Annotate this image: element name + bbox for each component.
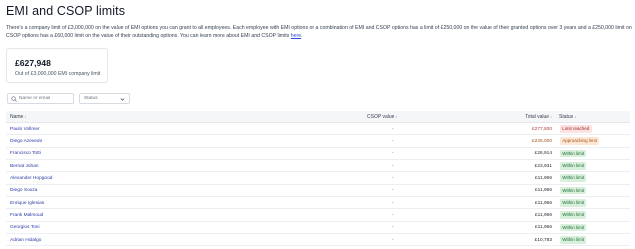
table-row: Bernat Johan - £23,931 Within limit xyxy=(6,160,630,173)
column-header-csop-label: CSOP value xyxy=(367,114,395,121)
status-badge: Within limit xyxy=(560,186,587,195)
status-badge: Approaching limit xyxy=(560,137,600,145)
total-value: £11,966 xyxy=(535,213,552,218)
status-badge: Within limit xyxy=(560,199,587,207)
status-filter-select[interactable]: Status xyxy=(79,93,130,104)
search-box[interactable] xyxy=(7,93,74,104)
total-value: £10,783 xyxy=(534,237,552,243)
chevron-down-icon xyxy=(120,97,125,101)
column-header-name-label: Name xyxy=(10,114,24,121)
total-value: £277,500 xyxy=(531,126,552,132)
csop-value: - xyxy=(392,200,394,206)
search-icon xyxy=(11,96,17,102)
table-row: Georgios Toni - £11,966 Within limit xyxy=(6,222,630,235)
csop-value: - xyxy=(392,225,394,231)
column-header-csop-value[interactable]: CSOP value↕ xyxy=(367,114,397,120)
employee-limits-table: Name↕ CSOP value↕ Total value↓ Status↕ P… xyxy=(6,111,630,247)
total-value: £26,914 xyxy=(534,151,552,157)
table-row: Paulo Vollmer - £277,500 Limit reached xyxy=(6,123,630,136)
company-limit-value: £627,948 xyxy=(15,58,51,68)
sort-icon: ↕ xyxy=(395,115,398,120)
total-value: £11,966 xyxy=(535,175,552,181)
status-badge: Within limit xyxy=(560,162,587,170)
sort-icon: ↕ xyxy=(24,115,27,120)
employee-name-link[interactable]: Francisco Totti xyxy=(10,151,41,156)
status-filter-label: Status xyxy=(84,96,98,102)
employee-name-link[interactable]: Enrique Iglesias xyxy=(10,201,44,206)
employee-name-link[interactable]: Frank Malmoud xyxy=(10,213,43,218)
csop-value: - xyxy=(392,188,394,194)
status-badge: Within limit xyxy=(560,223,587,232)
csop-value: - xyxy=(392,138,394,144)
sort-icon: ↕ xyxy=(574,115,577,120)
table-row: Alexander Hopgood - £11,966 Within limit xyxy=(6,172,630,185)
column-header-status[interactable]: Status↕ xyxy=(559,114,576,120)
column-header-total-label: Total value xyxy=(525,114,550,121)
table-row: Adrian Hidalgo - £10,783 Within limit xyxy=(6,234,630,247)
intro-end: . xyxy=(301,32,303,39)
total-value: £11,966 xyxy=(535,200,552,206)
search-input[interactable] xyxy=(19,94,73,103)
status-badge: Within limit xyxy=(560,236,587,244)
total-value: £23,931 xyxy=(534,163,552,169)
employee-name-link[interactable]: Bernat Johan xyxy=(10,164,39,169)
learn-more-link[interactable]: here xyxy=(291,33,301,39)
csop-value: - xyxy=(392,237,394,243)
table-header: Name↕ CSOP value↕ Total value↓ Status↕ xyxy=(6,111,630,123)
employee-name-link[interactable]: Diego Souza xyxy=(10,188,37,193)
employee-name-link[interactable]: Georgios Toni xyxy=(10,225,40,230)
total-value: £11,966 xyxy=(535,188,552,194)
total-value: £11,966 xyxy=(535,225,552,231)
company-limit-caption: Out of £3,000,000 EMI company limit xyxy=(15,71,101,77)
csop-value: - xyxy=(392,175,394,181)
table-row: Frank Malmoud - £11,966 Within limit xyxy=(6,209,630,222)
page-title: EMI and CSOP limits xyxy=(6,4,126,18)
column-header-total-value[interactable]: Total value↓ xyxy=(525,114,552,120)
csop-value: - xyxy=(392,213,394,218)
intro-body: There's a company limit of £3,000,000 on… xyxy=(6,25,632,39)
table-row: Diego Souza - £11,966 Within limit xyxy=(6,185,630,198)
column-header-name[interactable]: Name↕ xyxy=(10,114,26,120)
employee-name-link[interactable]: Diego Azevedo xyxy=(10,139,42,144)
status-badge: Within limit xyxy=(560,149,587,158)
sort-desc-icon: ↓ xyxy=(550,115,552,120)
status-badge: Limit reached xyxy=(560,125,592,133)
table-row: Francisco Totti - £26,914 Within limit xyxy=(6,148,630,161)
employee-name-link[interactable]: Paulo Vollmer xyxy=(10,127,40,132)
table-row: Enrique Iglesias - £11,966 Within limit xyxy=(6,197,630,210)
total-value: £225,000 xyxy=(531,138,552,144)
table-row: Diego Azevedo - £225,000 Approaching lim… xyxy=(6,135,630,148)
intro-text: There's a company limit of £3,000,000 on… xyxy=(6,25,632,40)
employee-name-link[interactable]: Alexander Hopgood xyxy=(10,176,52,181)
csop-value: - xyxy=(392,126,394,132)
csop-value: - xyxy=(392,163,394,169)
company-limit-card: £627,948 Out of £3,000,000 EMI company l… xyxy=(6,48,108,83)
status-badge: Within limit xyxy=(560,174,587,182)
csop-value: - xyxy=(392,151,394,157)
column-header-status-label: Status xyxy=(559,114,574,121)
employee-name-link[interactable]: Adrian Hidalgo xyxy=(10,238,41,243)
status-badge: Within limit xyxy=(560,211,587,219)
